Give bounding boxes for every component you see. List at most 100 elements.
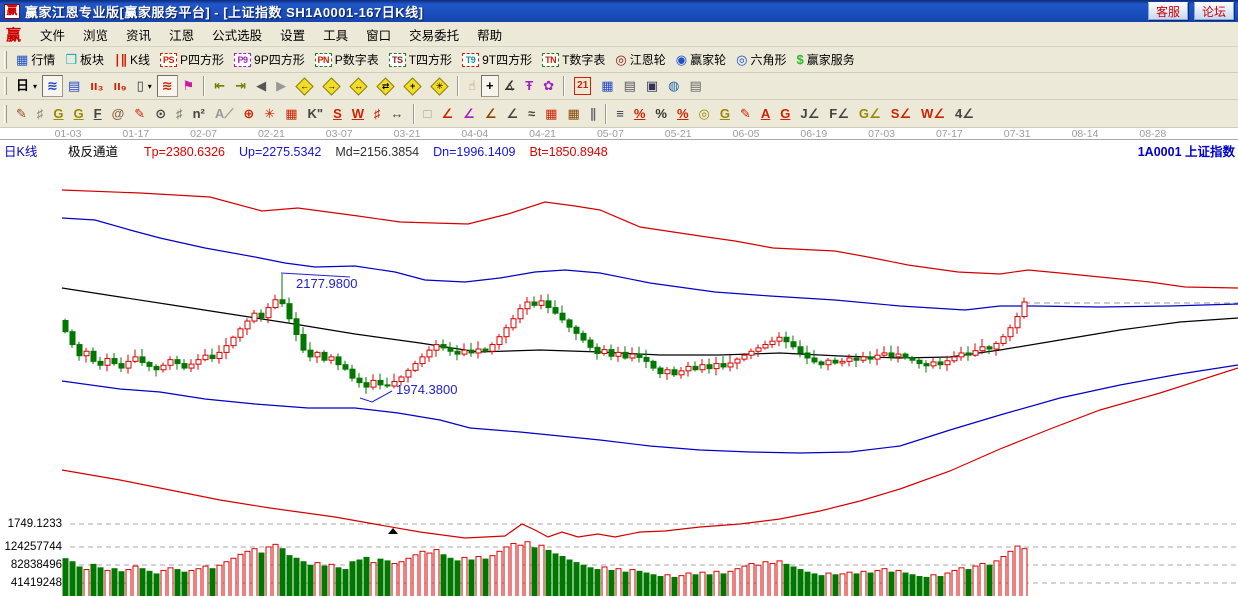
p-square-button[interactable]: PSP四方形 (155, 49, 229, 71)
circle-cross-button[interactable]: ⊕ (238, 103, 259, 125)
notepad-button[interactable]: ▤ (619, 75, 641, 97)
shen-angle-button[interactable]: S∠ (886, 103, 916, 125)
menu-item-4[interactable]: 公式选股 (203, 22, 271, 47)
p-number-table-button[interactable]: PNP数字表 (310, 49, 384, 71)
diamond-cross-button[interactable]: + (399, 75, 426, 97)
toolbar-grip[interactable] (4, 51, 7, 69)
red-pen-button[interactable]: ✎ (129, 103, 150, 125)
pattern-red-toggle-button[interactable]: ≋ (157, 75, 178, 97)
diamond-left-button[interactable]: ← (291, 75, 318, 97)
percent-line-2-button[interactable]: % (672, 103, 694, 125)
gold-grid-1-button[interactable]: G (48, 103, 68, 125)
grid-tool-button[interactable]: ♯ (32, 103, 49, 125)
pattern-blue-toggle-button[interactable]: ≋ (42, 75, 63, 97)
menu-item-3[interactable]: 江恩 (160, 22, 203, 47)
grid-arrow-button[interactable]: ▦ (562, 103, 584, 125)
sectors-button[interactable]: ❒板块 (60, 49, 109, 71)
calendar-button[interactable]: 21 (569, 75, 596, 97)
gold-level-button[interactable]: G (715, 103, 735, 125)
print-button[interactable]: ▤ (685, 75, 707, 97)
k-note-button[interactable]: K" (303, 103, 329, 125)
draw-pen-button[interactable]: ✎ (11, 103, 32, 125)
line-grid-button[interactable]: ♯ (171, 103, 188, 125)
menu-item-6[interactable]: 工具 (314, 22, 357, 47)
candle-style-dropdown-button[interactable]: ▯▾ (132, 75, 157, 97)
flag-chart-button[interactable]: ⚑ (178, 75, 200, 97)
nav-last-button[interactable]: ⇥ (230, 75, 251, 97)
win-grid-button[interactable]: W (347, 103, 369, 125)
web-grid-button[interactable]: ▦ (280, 103, 302, 125)
star-web-button[interactable]: ✳ (259, 103, 280, 125)
t-number-table-button[interactable]: TNT数字表 (537, 49, 610, 71)
bars-9-button[interactable]: ıı₉ (108, 75, 131, 97)
angle-a-button[interactable]: A⟋ (210, 103, 239, 125)
gann-clock-button[interactable]: ⊙ (150, 103, 171, 125)
kline-button[interactable]: ∣∥K线 (109, 49, 155, 71)
calculator-button[interactable]: ▦ (596, 75, 618, 97)
n2-grid-button[interactable]: n² (188, 103, 210, 125)
toolbar-grip[interactable] (4, 77, 7, 95)
gann-t-tool-button[interactable]: Ŧ (520, 75, 538, 97)
customer-service-button[interactable]: 客服 (1148, 2, 1188, 20)
pattern-tool-button[interactable]: ✿ (538, 75, 559, 97)
nav-first-button[interactable]: ⇤ (209, 75, 230, 97)
fan-2-button[interactable]: ∠ (458, 103, 480, 125)
t-square-button[interactable]: TST四方形 (384, 49, 457, 71)
volume-profile-button[interactable]: ≡ (611, 103, 629, 125)
angle-tool-button[interactable]: ∡ (499, 75, 521, 97)
info-note-button[interactable]: ▤ (63, 75, 85, 97)
toolbar-grip[interactable] (4, 105, 7, 123)
nav-prev-button[interactable]: ◀ (251, 75, 271, 97)
winner-wheel-button[interactable]: ◉赢家轮 (671, 49, 731, 71)
diamond-swap-button[interactable]: ⇄ (372, 75, 399, 97)
text-brush-button[interactable]: ✎ (735, 103, 756, 125)
f-grid-button[interactable]: F (89, 103, 107, 125)
spiral-grid-button[interactable]: @ (107, 103, 130, 125)
win-angle-button[interactable]: W∠ (916, 103, 950, 125)
wave-tool-button[interactable]: ≈ (523, 103, 540, 125)
menu-item-2[interactable]: 资讯 (117, 22, 160, 47)
gold-circle-button[interactable]: ◎ (694, 103, 715, 125)
percent-tool-button[interactable]: % (650, 103, 672, 125)
hexagon-button[interactable]: ◎六角形 (731, 49, 791, 71)
diamond-both-button[interactable]: ↔ (345, 75, 372, 97)
web-report-button[interactable]: ◍ (663, 75, 684, 97)
save-button[interactable]: ▣ (641, 75, 663, 97)
market-quotes-button[interactable]: ▦行情 (11, 49, 60, 71)
gold-angle-button[interactable]: G∠ (854, 103, 886, 125)
angle-lines-button[interactable]: ∠ (501, 103, 523, 125)
forum-button[interactable]: 论坛 (1194, 2, 1234, 20)
winner-service-button[interactable]: $赢家服务 (792, 49, 860, 71)
double-line-button[interactable]: A (756, 103, 775, 125)
menu-item-7[interactable]: 窗口 (357, 22, 400, 47)
box-tool-button[interactable]: □ (419, 103, 437, 125)
grid-red-button[interactable]: ▦ (540, 103, 562, 125)
bars-3-button[interactable]: ıı₃ (85, 75, 108, 97)
gann-wheel-button[interactable]: ◎江恩轮 (610, 49, 670, 71)
9t-square-button[interactable]: T99T四方形 (457, 49, 537, 71)
fan-3-button[interactable]: ∠ (480, 103, 502, 125)
j-angle-button[interactable]: J∠ (795, 103, 824, 125)
width-measure-button[interactable]: ↔ (386, 103, 409, 125)
fan-1-button[interactable]: ∠ (436, 103, 458, 125)
f-angle-button[interactable]: F∠ (824, 103, 854, 125)
diamond-right-button[interactable]: → (318, 75, 345, 97)
number-grid-button[interactable]: ♯ (369, 103, 386, 125)
menu-item-8[interactable]: 交易委托 (400, 22, 468, 47)
menu-item-1[interactable]: 浏览 (74, 22, 117, 47)
four-angle-button[interactable]: 4∠ (950, 103, 979, 125)
hand-tool-button[interactable]: ☝ (463, 75, 481, 97)
menu-item-0[interactable]: 文件 (31, 22, 74, 47)
gold-grid-2-button[interactable]: G (69, 103, 89, 125)
menu-item-9[interactable]: 帮助 (468, 22, 511, 47)
diamond-star-button[interactable]: ✳ (426, 75, 453, 97)
parallel-lines-button[interactable]: ∥ (585, 103, 602, 125)
shen-grid-button[interactable]: S (328, 103, 347, 125)
period-day-dropdown-button[interactable]: 日▾ (11, 75, 42, 97)
gold-red-line-button[interactable]: G (775, 103, 795, 125)
menu-item-5[interactable]: 设置 (271, 22, 314, 47)
crosshair-tool-button[interactable]: + (481, 75, 499, 97)
9p-square-button[interactable]: P99P四方形 (229, 49, 310, 71)
nav-next-button[interactable]: ▶ (271, 75, 291, 97)
percent-line-1-button[interactable]: % (629, 103, 651, 125)
